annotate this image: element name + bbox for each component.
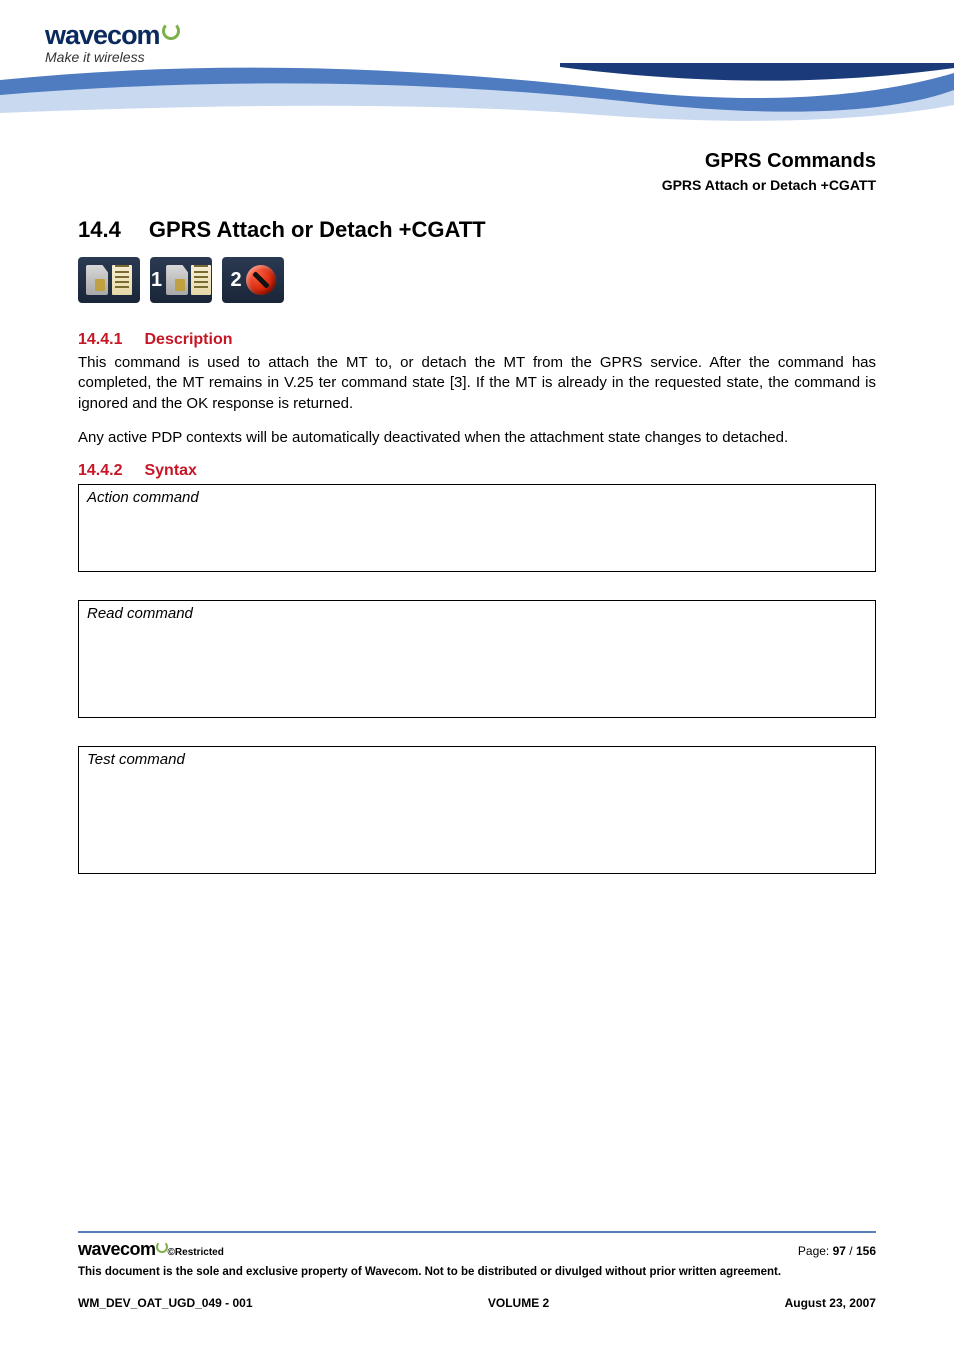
subsection-title: Syntax [144,462,196,479]
footer-date: August 23, 2007 [785,1296,876,1310]
header-banner: wavecom Make it wireless [0,0,954,120]
sim-icon [166,265,188,295]
read-command-box: Read command [78,600,876,718]
sim-doc-1-icon: 1 [150,257,212,303]
swirl-icon [156,1241,168,1253]
sim-icon [86,265,108,295]
page-title: GPRS Commands [78,150,876,173]
footer-brand: wavecom [78,1239,168,1259]
page-header: GPRS Commands GPRS Attach or Detach +CGA… [78,150,876,193]
page-subtitle: GPRS Attach or Detach +CGATT [78,177,876,193]
syntax-heading: 14.4.2 Syntax [78,462,876,480]
brand-name: wavecom [45,20,160,50]
compatibility-icons: 1 2 [78,257,876,303]
section-number: 14.4 [78,217,121,243]
section-heading: 14.4 GPRS Attach or Detach +CGATT [78,217,876,243]
stop-2-icon: 2 [222,257,284,303]
footer-rule [78,1231,876,1233]
subsection-number: 14.4.1 [78,331,122,349]
action-command-box: Action command [78,484,876,572]
action-command-label: Action command [87,489,199,506]
read-command-label: Read command [87,605,193,622]
banner-swoosh [0,55,954,125]
subsection-number: 14.4.2 [78,462,122,480]
prohibited-icon [246,265,276,295]
section-title: GPRS Attach or Detach +CGATT [149,217,486,242]
footer-page: Page: 97 / 156 [798,1244,876,1258]
test-command-label: Test command [87,751,185,768]
description-paragraph-1: This command is used to attach the MT to… [78,353,876,414]
footer-doc-id: WM_DEV_OAT_UGD_049 - 001 [78,1296,253,1310]
badge-1: 1 [151,269,162,292]
footer-volume: VOLUME 2 [488,1296,549,1310]
footer-restricted: ©Restricted [168,1247,224,1258]
badge-2: 2 [230,269,241,292]
doc-icon [112,265,132,295]
description-paragraph-2: Any active PDP contexts will be automati… [78,428,876,448]
page-footer: wavecom©Restricted Page: 97 / 156 This d… [78,1231,876,1310]
swirl-icon [162,22,180,40]
sim-doc-icon [78,257,140,303]
subsection-title: Description [144,331,232,348]
test-command-box: Test command [78,746,876,874]
description-heading: 14.4.1 Description [78,331,876,349]
doc-icon [191,265,211,295]
footer-disclaimer: This document is the sole and exclusive … [78,1266,876,1278]
